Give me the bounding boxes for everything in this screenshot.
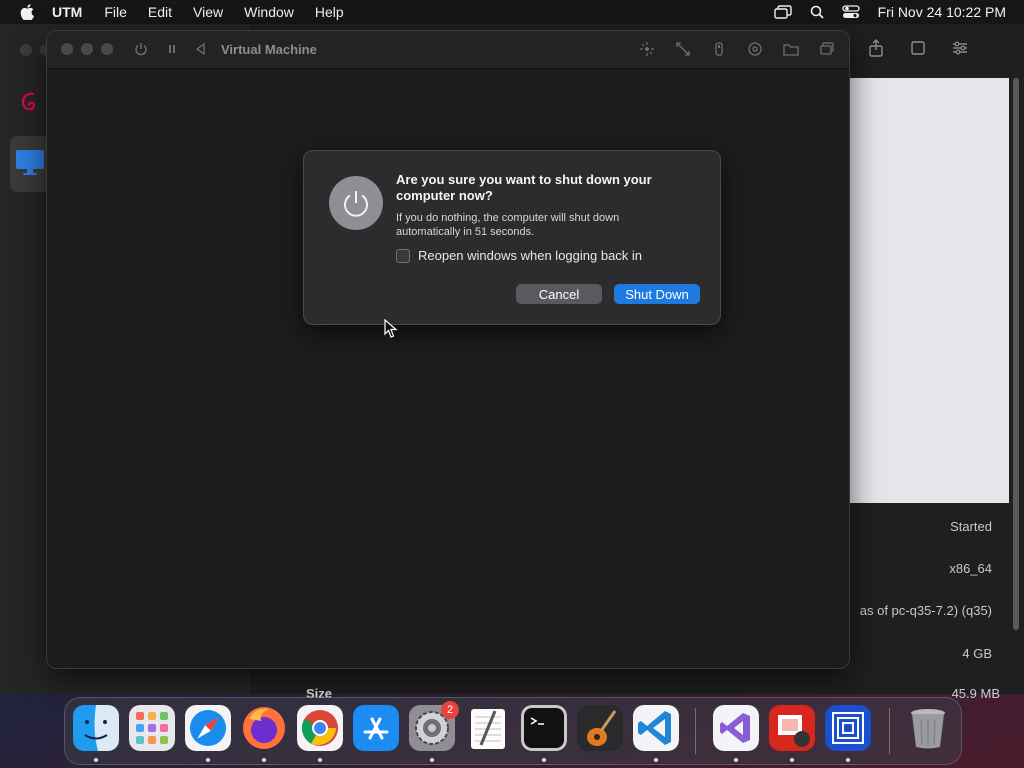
dock: 2 [64, 697, 962, 765]
menu-utm[interactable]: UTM [52, 4, 82, 20]
running-indicator [654, 758, 658, 762]
control-center-icon[interactable] [841, 5, 860, 19]
shut-down-button[interactable]: Shut Down [614, 284, 700, 304]
dialog-title: Are you sure you want to shut down your … [396, 172, 652, 203]
running-indicator [734, 758, 738, 762]
cancel-button[interactable]: Cancel [516, 284, 602, 304]
menu-view[interactable]: View [193, 4, 223, 20]
mouse-cursor-icon [384, 319, 398, 338]
windows-icon[interactable] [819, 41, 835, 57]
reopen-windows-checkbox[interactable] [396, 248, 410, 263]
info-status: Started [950, 519, 992, 534]
trash-icon[interactable] [905, 705, 951, 751]
chrome-icon[interactable] [297, 705, 343, 751]
power-icon [329, 176, 383, 230]
dock-separator [695, 708, 696, 754]
monitor-icon [16, 150, 44, 175]
shared-folder-icon[interactable] [783, 41, 799, 57]
close-button[interactable] [20, 44, 32, 56]
utm-toolbar [848, 38, 970, 58]
launchpad-icon[interactable] [129, 705, 175, 751]
running-indicator [430, 758, 434, 762]
running-indicator [846, 758, 850, 762]
menu-window[interactable]: Window [244, 4, 294, 20]
visual-studio-icon[interactable] [713, 705, 759, 751]
zoom-button[interactable] [101, 43, 113, 55]
vm-window: Virtual Machine [46, 30, 850, 669]
menu-bar: UTM File Edit View Window Help Fri Nov 2… [0, 0, 1024, 24]
menu-help[interactable]: Help [315, 4, 344, 20]
terminal-icon[interactable] [521, 705, 567, 751]
vm-window-title: Virtual Machine [221, 42, 317, 57]
restart-icon[interactable] [193, 41, 209, 57]
running-indicator [542, 758, 546, 762]
running-indicator [206, 758, 210, 762]
debian-logo-icon [21, 92, 36, 111]
menubar-clock[interactable]: Fri Nov 24 10:22 PM [878, 4, 1006, 20]
notification-badge: 2 [441, 701, 459, 719]
reopen-windows-label[interactable]: Reopen windows when logging back in [418, 248, 642, 263]
running-indicator [262, 758, 266, 762]
drive-icon[interactable] [747, 41, 763, 57]
info-memory: 4 GB [962, 646, 992, 661]
stop-icon[interactable] [908, 38, 928, 58]
running-indicator [318, 758, 322, 762]
usb-icon[interactable] [711, 41, 727, 57]
sidebar-item-vm[interactable] [10, 136, 50, 192]
finder-icon[interactable] [73, 705, 119, 751]
info-size-value: 45.9 MB [951, 686, 1000, 701]
textedit-icon[interactable] [465, 705, 511, 751]
vm-toolbar [639, 41, 835, 57]
dialog-message: If you do nothing, the computer will shu… [396, 212, 620, 238]
resize-icon[interactable] [675, 41, 691, 57]
vm-preview [848, 78, 1009, 503]
settings-sliders-icon[interactable] [950, 38, 970, 58]
vscode-icon[interactable] [633, 705, 679, 751]
info-machine: as of pc-q35-7.2) (q35) [859, 603, 992, 618]
shutdown-dialog: Are you sure you want to shut down your … [303, 150, 721, 325]
share-icon[interactable] [866, 38, 886, 58]
apple-menu-icon[interactable] [20, 4, 34, 20]
utm-icon[interactable] [825, 705, 871, 751]
close-button[interactable] [61, 43, 73, 55]
firefox-icon[interactable] [241, 705, 287, 751]
menu-file[interactable]: File [104, 4, 127, 20]
power-icon[interactable] [133, 41, 149, 57]
running-indicator [790, 758, 794, 762]
menu-edit[interactable]: Edit [148, 4, 172, 20]
running-indicator [94, 758, 98, 762]
safari-icon[interactable] [185, 705, 231, 751]
scrollbar[interactable] [1013, 78, 1019, 630]
vm-window-controls [61, 43, 113, 55]
photo-booth-icon[interactable] [769, 705, 815, 751]
dock-separator [889, 708, 890, 754]
capture-input-icon[interactable] [639, 41, 655, 57]
info-architecture: x86_64 [949, 561, 992, 576]
screen-mirroring-icon[interactable] [773, 5, 792, 19]
spotlight-search-icon[interactable] [808, 5, 826, 19]
app-store-icon[interactable] [353, 705, 399, 751]
minimize-button[interactable] [81, 43, 93, 55]
vm-titlebar: Virtual Machine [47, 31, 849, 69]
garageband-icon[interactable] [577, 705, 623, 751]
reopen-windows-checkbox-row[interactable]: Reopen windows when logging back in [396, 248, 642, 263]
pause-icon[interactable] [164, 41, 180, 57]
